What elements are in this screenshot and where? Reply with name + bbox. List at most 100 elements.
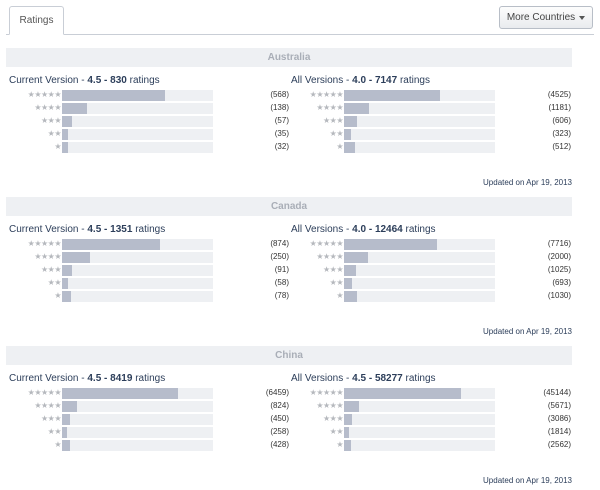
rating-bar-fill — [344, 252, 368, 263]
rating-bar-track — [62, 278, 213, 289]
rating-bar-fill — [344, 103, 369, 114]
rating-count: (138) — [270, 103, 289, 112]
star-row: ★★★★★ (6459) — [9, 387, 289, 400]
rating-bar-fill — [62, 90, 165, 101]
ratings-suffix: ratings — [402, 224, 436, 235]
rating-bar-fill — [344, 129, 351, 140]
star-row: ★ (2562) — [291, 439, 571, 452]
star-rating-icon: ★★ — [329, 427, 344, 436]
star-rating-icon: ★★ — [47, 427, 62, 436]
rating-bar-track — [344, 265, 495, 276]
separator-bold: - — [101, 75, 111, 86]
star-row: ★★★ (91) — [9, 264, 289, 277]
rating-bar-fill — [62, 116, 72, 127]
tab-bar: Ratings More Countries — [0, 0, 600, 40]
rating-bar-track — [62, 129, 213, 140]
rating-bar-fill — [344, 427, 349, 438]
ratings-suffix: ratings — [132, 224, 166, 235]
country-section: Canada Current Version - 4.5 - 1351 ratin… — [6, 197, 572, 337]
star-row: ★ (32) — [9, 141, 289, 154]
star-rating-icon: ★ — [336, 291, 343, 300]
rating-bar-fill — [62, 278, 68, 289]
rating-bar-track — [344, 103, 495, 114]
rating-count: (450) — [270, 414, 289, 423]
ratings-summary: All Versions - 4.0 - 12464 ratings — [291, 224, 571, 238]
star-row: ★ (1030) — [291, 290, 571, 303]
ratings-count: 1351 — [110, 224, 133, 235]
updated-date: Updated on Apr 19, 2013 — [483, 327, 572, 336]
star-row: ★★★★ (5671) — [291, 400, 571, 413]
rating-bar-track — [62, 401, 213, 412]
rating-bar-fill — [62, 291, 71, 302]
star-rating-icon: ★★ — [329, 278, 344, 287]
rating-count: (2562) — [547, 440, 571, 449]
tab-ratings-label: Ratings — [19, 15, 54, 26]
star-rating-icon: ★★★★ — [34, 401, 61, 410]
tab-ratings[interactable]: Ratings — [9, 6, 64, 35]
rating-bar-fill — [344, 401, 359, 412]
star-rating-icon: ★★★★★ — [27, 239, 62, 248]
rating-bar-track — [62, 90, 213, 101]
star-row: ★★★ (1025) — [291, 264, 571, 277]
rating-bar-track — [62, 291, 213, 302]
separator-bold: - — [366, 224, 375, 235]
rating-bar-fill — [344, 116, 357, 127]
rating-count: (2000) — [547, 252, 571, 261]
average-score: 4.0 — [352, 75, 367, 86]
current-version-ratings: Current Version - 4.5 - 8419 ratings ★★★★… — [9, 373, 289, 452]
star-row: ★★★★★ (45144) — [291, 387, 571, 400]
star-row: ★★ (323) — [291, 128, 571, 141]
average-score: 4.5 — [352, 373, 367, 384]
more-countries-button[interactable]: More Countries — [499, 6, 593, 29]
current-version-ratings: Current Version - 4.5 - 1351 ratings ★★★★… — [9, 224, 289, 303]
rating-bar-fill — [62, 103, 87, 114]
ratings-suffix: ratings — [132, 373, 166, 384]
ratings-count: 7147 — [374, 75, 398, 86]
rating-count: (4525) — [547, 90, 571, 99]
star-rating-icon: ★★★★ — [316, 401, 343, 410]
rating-bar-fill — [62, 142, 68, 153]
star-row: ★ (428) — [9, 439, 289, 452]
star-rating-icon: ★★ — [47, 129, 62, 138]
country-header: Canada — [6, 197, 572, 216]
ratings-suffix: ratings — [126, 75, 160, 86]
all-versions-ratings: All Versions - 4.5 - 58277 ratings ★★★★★(… — [291, 373, 571, 452]
star-row: ★★★★ (1181) — [291, 102, 571, 115]
average-score: 4.5 — [87, 373, 102, 384]
star-rating-icon: ★★★★ — [316, 252, 343, 261]
star-rating-icon: ★ — [54, 291, 61, 300]
star-rating-icon: ★★★ — [322, 116, 344, 125]
star-row: ★★★ (606) — [291, 115, 571, 128]
star-row: ★ (512) — [291, 141, 571, 154]
updated-date: Updated on Apr 19, 2013 — [483, 476, 572, 485]
rating-count: (824) — [270, 401, 289, 410]
rating-bar-fill — [344, 414, 352, 425]
rating-bar-fill — [344, 440, 351, 451]
rating-bar-fill — [344, 278, 352, 289]
rating-bar-fill — [62, 401, 77, 412]
rating-count: (78) — [274, 291, 289, 300]
rating-bar-track — [344, 291, 495, 302]
ratings-summary: All Versions - 4.0 - 7147 ratings — [291, 75, 571, 89]
rating-count: (6459) — [265, 388, 289, 397]
rating-count: (5671) — [547, 401, 571, 410]
rating-bar-fill — [62, 239, 160, 250]
rating-bar-track — [344, 278, 495, 289]
star-row: ★★★★ (2000) — [291, 251, 571, 264]
star-row: ★★★ (450) — [9, 413, 289, 426]
rating-bar-track — [344, 252, 495, 263]
rating-count: (57) — [274, 116, 289, 125]
rating-bar-fill — [62, 129, 68, 140]
star-rating-icon: ★★★★★ — [309, 388, 344, 397]
rating-bar-track — [62, 414, 213, 425]
rating-bar-track — [344, 388, 495, 399]
separator-bold: - — [366, 373, 375, 384]
star-row: ★★ (58) — [9, 277, 289, 290]
star-row: ★★★★★ (7716) — [291, 238, 571, 251]
rating-bar-track — [62, 427, 213, 438]
star-row: ★★ (693) — [291, 277, 571, 290]
tab-bar-divider — [6, 34, 594, 35]
star-rating-icon: ★★★ — [40, 414, 62, 423]
rating-bar-track — [344, 440, 495, 451]
rating-bar-track — [62, 116, 213, 127]
